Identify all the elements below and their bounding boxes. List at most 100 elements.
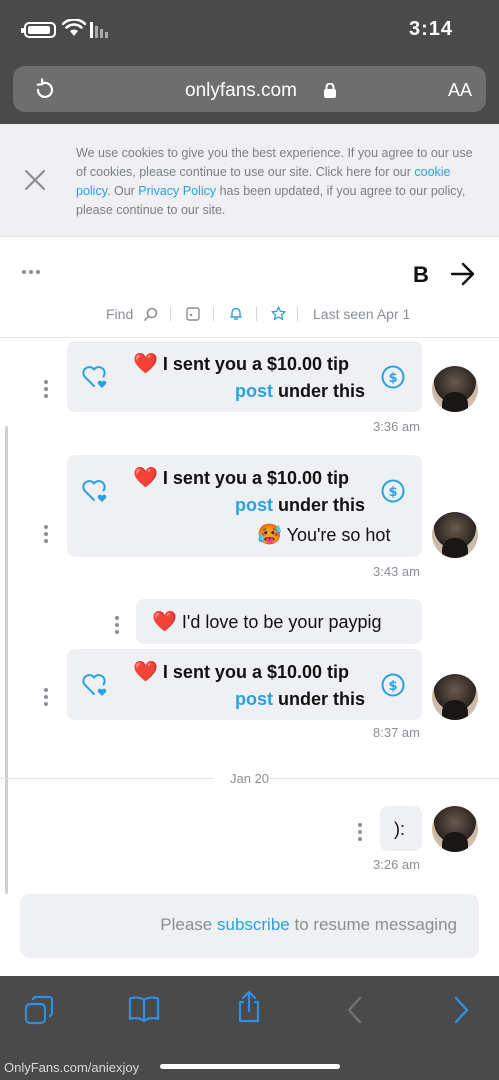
share-icon[interactable] (235, 990, 263, 1024)
more-dots-icon[interactable] (22, 270, 40, 274)
meta-divider (170, 307, 171, 321)
message-text: ❤️ I sent you a $10.00 tip (133, 351, 349, 377)
message-text: ❤️ I sent you a $10.00 tip (133, 465, 349, 491)
meta-divider (297, 307, 298, 321)
svg-text:$: $ (388, 485, 397, 500)
tip-heart-icon[interactable] (81, 365, 109, 389)
message-link-line: post under this (235, 378, 365, 404)
close-icon[interactable] (24, 169, 46, 191)
status-bar: 3:14 (0, 0, 499, 62)
kebab-icon[interactable] (44, 688, 48, 706)
own-message-bubble: ❤️ I'd love to be your paypig (136, 599, 422, 644)
forward-icon[interactable] (453, 995, 471, 1025)
post-link[interactable]: post (235, 381, 273, 401)
own-text: I'd love to be your paypig (181, 612, 382, 632)
back-arrow-icon[interactable] (450, 262, 476, 286)
search-icon[interactable] (144, 307, 158, 321)
scrollbar[interactable] (5, 426, 8, 894)
post-link[interactable]: post (235, 495, 273, 515)
back-icon[interactable] (345, 995, 363, 1025)
link-prefix: under this (278, 381, 366, 401)
bookmarks-icon[interactable] (128, 995, 160, 1023)
dollar-icon: $ (381, 673, 405, 697)
browser-bar: onlyfans.com AA (0, 62, 499, 124)
message-bubble: ❤️ I sent you a $10.00 tip post under th… (67, 649, 422, 720)
cookie-text: We use cookies to give you the best expe… (76, 144, 481, 220)
heart-emoji: ❤️ (133, 467, 158, 489)
svg-text:$: $ (388, 679, 397, 694)
avatar[interactable] (432, 366, 478, 412)
tip-text: I sent you a $10.00 tip (162, 354, 349, 374)
privacy-policy-link[interactable]: Privacy Policy (138, 184, 216, 198)
date-separator-text: Jan 20 (230, 771, 270, 786)
find-label[interactable]: Find (106, 306, 133, 322)
message-extra-text: 🥵 You're so hot (257, 522, 390, 548)
message-time: 3:36 am (373, 419, 420, 434)
link-prefix: under this (278, 689, 366, 709)
tip-heart-icon[interactable] (81, 673, 109, 697)
dollar-icon: $ (381, 365, 405, 389)
home-indicator (160, 1064, 340, 1069)
address-bar[interactable]: onlyfans.com AA (13, 66, 486, 112)
avatar[interactable] (432, 512, 478, 558)
battery-icon (21, 22, 56, 38)
message-list[interactable]: ❤️ I sent you a $10.00 tip post under th… (0, 338, 499, 978)
bell-icon[interactable] (229, 306, 243, 321)
message-bubble: ): (380, 806, 422, 851)
message-text: ❤️ I sent you a $10.00 tip (133, 659, 349, 685)
resume-suffix: to resume messaging (289, 915, 457, 934)
heart-emoji: ❤️ (152, 611, 177, 633)
reload-icon[interactable] (33, 78, 57, 102)
extra-text: You're so hot (286, 525, 391, 545)
message-time: 3:26 am (373, 857, 420, 872)
resume-text: Please subscribe to resume messaging (160, 915, 457, 935)
url-text[interactable]: onlyfans.com (185, 80, 297, 102)
kebab-icon[interactable] (44, 525, 48, 543)
tip-text: I sent you a $10.00 tip (162, 662, 349, 682)
link-prefix: under this (278, 495, 366, 515)
star-icon[interactable] (271, 306, 286, 321)
avatar[interactable] (432, 674, 478, 720)
cookie-banner: We use cookies to give you the best expe… (0, 124, 499, 237)
resume-prefix: Please (160, 915, 217, 934)
own-message-text: ❤️ I'd love to be your paypig (152, 609, 382, 635)
avatar[interactable] (432, 806, 478, 852)
browser-toolbar: OnlyFans.com/aniexjoy (0, 976, 499, 1080)
cookie-text-part2: . Our (107, 184, 139, 198)
chat-username[interactable]: B (413, 262, 429, 288)
wifi-icon (62, 19, 86, 36)
message-text: ): (394, 819, 405, 839)
last-seen-text: Last seen Apr 1 (313, 306, 411, 322)
heart-emoji: ❤️ (133, 661, 158, 683)
text-size-button[interactable]: AA (448, 80, 472, 101)
separator-line (270, 778, 499, 779)
chat-header: B Find Last seen Apr 1 (0, 238, 499, 338)
kebab-icon[interactable] (44, 380, 48, 398)
subscribe-link[interactable]: subscribe (217, 915, 290, 934)
kebab-icon[interactable] (115, 616, 119, 634)
separator-line (0, 778, 214, 779)
date-separator: Jan 20 (0, 769, 499, 789)
chat-meta-row: Find Last seen Apr 1 (0, 304, 499, 328)
status-time: 3:14 (408, 18, 453, 40)
resume-messaging-bar: Please subscribe to resume messaging (20, 894, 479, 958)
message-time: 3:43 am (373, 564, 420, 579)
tabs-icon[interactable] (24, 995, 54, 1025)
tip-text: I sent you a $10.00 tip (162, 468, 349, 488)
tip-heart-icon[interactable] (81, 479, 109, 503)
watermark-text: OnlyFans.com/aniexjoy (4, 1060, 140, 1075)
signal-icon (90, 22, 108, 38)
post-link[interactable]: post (235, 689, 273, 709)
lock-icon (324, 83, 336, 98)
meta-divider (256, 307, 257, 321)
meta-divider (213, 307, 214, 321)
image-icon[interactable] (186, 307, 200, 321)
message-link-line: post under this (235, 686, 365, 712)
message-bubble: ❤️ I sent you a $10.00 tip post under th… (67, 341, 422, 412)
heart-emoji: ❤️ (133, 353, 158, 375)
message-time: 8:37 am (373, 725, 420, 740)
message-bubble: ❤️ I sent you a $10.00 tip post under th… (67, 455, 422, 557)
svg-text:$: $ (388, 371, 397, 386)
kebab-icon[interactable] (358, 823, 362, 841)
message-link-line: post under this (235, 492, 365, 518)
